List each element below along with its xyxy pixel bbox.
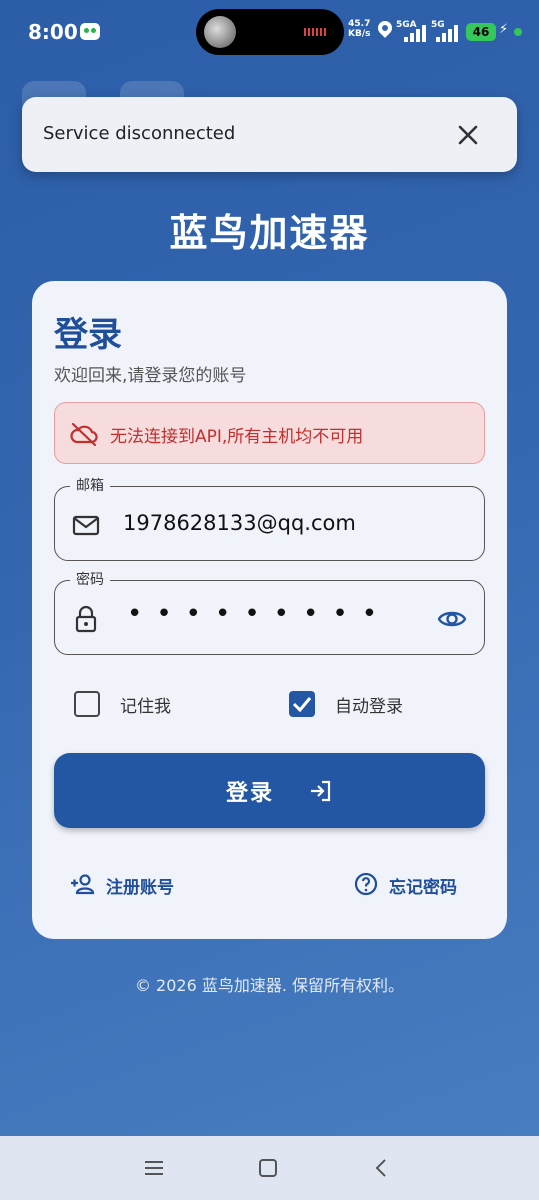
snackbar: Service disconnected [22,97,517,172]
lock-icon [75,605,97,633]
wechat-icon [80,23,100,40]
dynamic-island[interactable] [196,9,344,55]
status-bar: 8:00 45.7 KB/s 5GA 5G 46 ⚡ [0,0,539,64]
close-icon[interactable] [454,121,482,149]
signal-icon [402,22,428,42]
error-banner: 无法连接到API,所有主机均不可用 [54,402,485,464]
eye-icon[interactable] [437,604,467,634]
snackbar-message: Service disconnected [43,123,236,144]
charging-icon: ⚡ [499,22,509,37]
register-label: 注册账号 [106,878,174,898]
cloud-off-icon [70,422,98,447]
email-label: 邮箱 [70,475,110,495]
login-arrow-icon [311,780,331,802]
app-title: 蓝鸟加速器 [169,211,370,255]
login-button-label: 登录 [226,781,275,806]
forgot-password-label: 忘记密码 [389,878,457,898]
system-nav-bar [0,1136,539,1200]
mail-icon [72,515,100,536]
login-title: 登录 [54,315,122,355]
login-button[interactable]: 登录 [54,753,485,828]
check-icon [292,697,312,713]
menu-icon[interactable] [142,1156,166,1180]
error-message: 无法连接到API,所有主机均不可用 [110,427,364,447]
remember-me-label[interactable]: 记住我 [120,692,171,717]
audio-wave-icon [304,28,326,36]
battery-icon: 46 [466,23,496,41]
password-label: 密码 [70,569,110,589]
home-icon[interactable] [256,1156,280,1180]
auto-login-label[interactable]: 自动登录 [335,692,403,717]
password-value: ••••••••• [127,599,392,629]
back-icon[interactable] [370,1156,394,1180]
auto-login-checkbox[interactable] [289,691,315,717]
forgot-password-link[interactable]: 忘记密码 [353,871,493,898]
privacy-indicator-icon [514,28,522,36]
email-field[interactable]: 邮箱 1978628133@qq.com [54,475,485,561]
signal-icon [434,22,460,42]
email-value: 1978628133@qq.com [123,511,356,535]
media-avatar-icon [204,16,236,48]
login-card: 登录 欢迎回来,请登录您的账号 无法连接到API,所有主机均不可用 邮箱 197… [32,281,507,939]
network-speed: 45.7 KB/s [348,19,370,39]
login-subtitle: 欢迎回来,请登录您的账号 [54,366,247,386]
help-circle-icon [354,872,378,896]
password-field[interactable]: 密码 ••••••••• [54,569,485,655]
status-time: 8:00 [28,20,78,44]
network-speed-value: 45.7 [348,19,371,29]
remember-me-checkbox[interactable] [74,691,100,717]
register-link[interactable]: 注册账号 [70,871,220,898]
copyright-footer: © 2026 蓝鸟加速器. 保留所有权利。 [134,976,405,995]
network-speed-unit: KB/s [348,29,371,39]
add-user-icon [71,874,95,895]
location-icon [375,18,395,38]
